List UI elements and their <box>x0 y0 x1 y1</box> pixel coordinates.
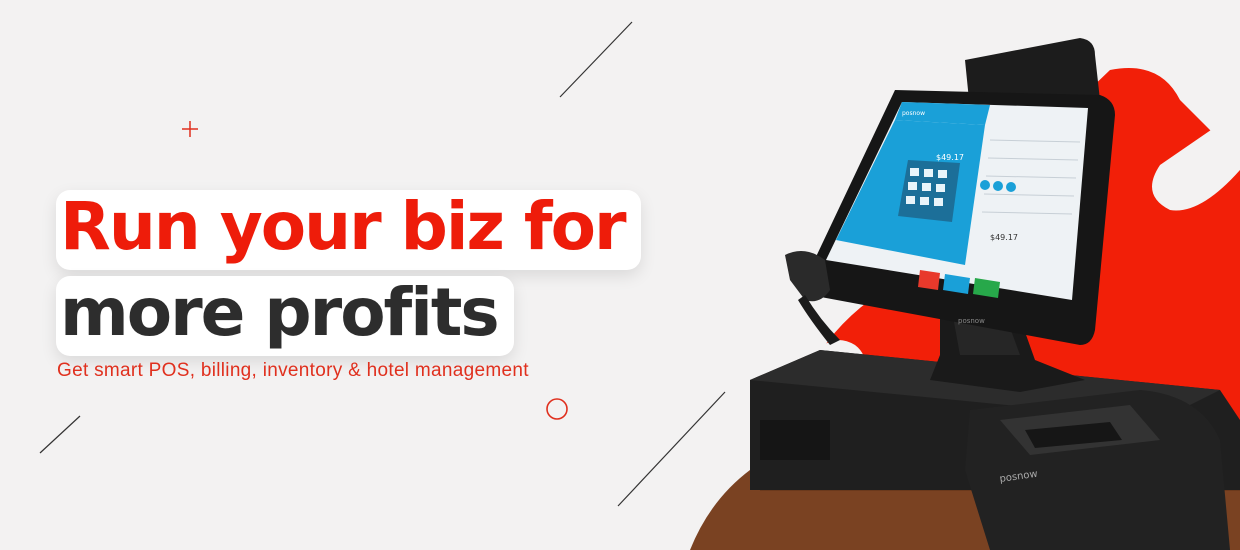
diagonal-line-top <box>559 21 633 98</box>
headline: Run your biz for more profits <box>56 190 641 356</box>
headline-line-2: more profits <box>56 276 514 356</box>
pos-total-secondary: $49.17 <box>990 233 1018 242</box>
stand-brand: posnow <box>958 317 985 325</box>
circle-mark-icon <box>546 398 568 420</box>
subtitle: Get smart POS, billing, inventory & hote… <box>57 360 529 381</box>
pos-screen-brand: posnow <box>902 110 925 117</box>
headline-line-1: Run your biz for <box>56 190 641 270</box>
pos-terminal-illustration: posnow $49.17 $49.17 posnow posnow <box>690 38 1240 550</box>
diagonal-line-left <box>39 415 81 454</box>
pos-total-primary: $49.17 <box>936 153 964 162</box>
plus-mark-icon <box>182 121 198 137</box>
hero-banner: posnow $49.17 $49.17 posnow posnow Run y… <box>0 0 1240 550</box>
